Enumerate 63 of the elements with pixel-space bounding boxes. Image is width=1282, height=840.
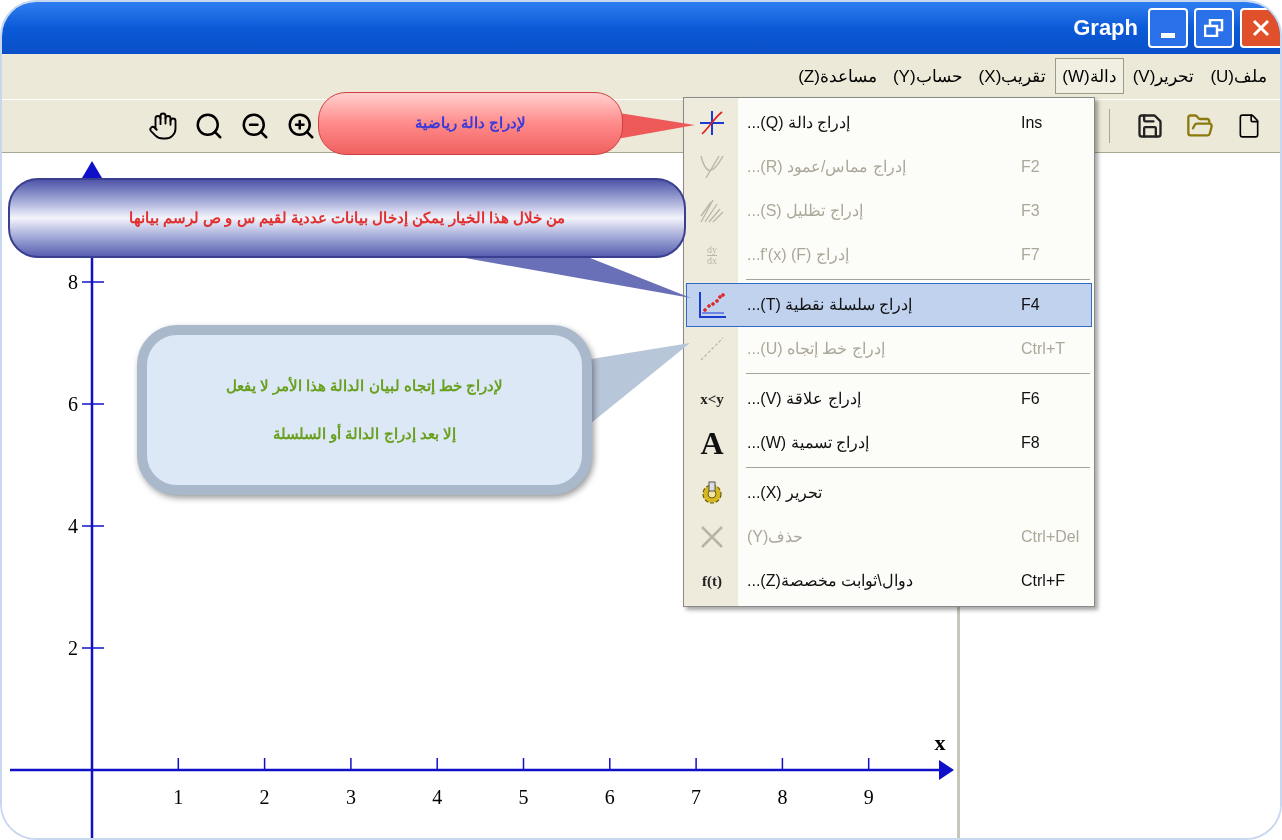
menu-bar-item[interactable]: ملف(U) [1203,58,1274,95]
zoom-box-icon[interactable] [194,111,224,142]
shortcut-label: F4 [1021,295,1041,315]
tick-label: 7 [691,786,702,808]
minimize-icon [1161,32,1175,38]
window-title: Graph [1073,14,1138,43]
shortcut-label: F6 [1021,389,1041,409]
shortcut-label: Ctrl+Del [1021,527,1081,547]
callout-text: من خلال هذا الخيار يمكن إدخال بيانات عددية لقيم س و ص لرسم بيانها [128,207,566,229]
minimize-button[interactable] [1148,7,1188,48]
tick-label: 4 [68,515,78,537]
menu-bar-item[interactable]: تقريب(X) [971,58,1054,95]
menu-item-label: دوال\ثوابت مخصصة(Z)... [747,571,913,592]
callout-text: إلا بعد إدراج الدالة أو السلسلة [273,423,456,445]
tick-label: 1 [173,786,184,808]
menu-item-label: إدراج تظليل (S)... [747,201,863,222]
tick-label: 2 [259,786,270,808]
tick-label: 8 [68,271,78,293]
tick-label: 2 [68,637,78,659]
restore-button[interactable] [1194,7,1234,48]
menu-item-label: إدراج f'(x) (F)... [747,245,849,266]
callout-text: لإدراج دالة رياضية [414,113,527,134]
shortcut-label: Ctrl+T [1021,339,1066,359]
zoom-in-icon[interactable] [286,111,316,142]
tick-label: 8 [777,786,788,808]
menu-bar-item[interactable]: تحرير(V) [1125,58,1202,95]
scatter-plot-icon [696,290,728,320]
save-icon[interactable] [1136,112,1164,141]
menu-bar-item[interactable]: حساب(Y) [885,58,970,95]
tick-label: 9 [863,786,874,808]
tick-label: 4 [432,786,443,808]
letter-icon: A [700,427,724,459]
menu-item-label: إدراج سلسلة نقطية (T)... [747,295,913,316]
shortcut-label: F7 [1021,245,1041,265]
tick-label: 6 [604,786,615,808]
menu-item-label: إدراج مماس/عمود (R)... [747,157,906,178]
close-icon [1251,17,1271,38]
callout-text: لإدراج خط إتجاه لبيان الدالة هذا الأمر لا يفعل [225,375,504,397]
close-button[interactable] [1240,7,1280,48]
menu-item-label: إدراج تسمية (W)... [747,433,869,454]
menu-bar-item[interactable]: مساعدة(Z) [791,58,884,95]
shortcut-label: F3 [1021,201,1041,221]
icon-glyph: f(t) [702,571,722,591]
menu-item-label: إدراج علاقة (V)... [747,389,861,410]
zoom-out-icon[interactable] [240,111,270,142]
tick-label: 6 [68,393,78,415]
restore-icon [1204,18,1224,37]
menu-bar-item[interactable]: دالة(W) [1055,58,1124,95]
tick-label: 3 [345,786,356,808]
axis-label: x [934,730,946,755]
menu-item-label: إدراج خط إتجاه (U)... [747,339,885,360]
shortcut-label: Ctrl+F [1021,571,1066,591]
function-graph-icon [697,108,727,138]
menu-item[interactable]: تحرير (X)... [686,471,1092,515]
menu-item-label: تحرير (X)... [747,483,823,504]
tick-label: 5 [518,786,529,808]
hand-icon[interactable] [148,111,178,142]
menu-item-label: إدراج دالة (Q)... [747,113,851,134]
shortcut-label: F8 [1021,433,1041,453]
menu-item-label: حذف(Y) [747,527,804,547]
icon-glyph: x<y [700,389,724,409]
shortcut-label: F2 [1021,157,1041,177]
shortcut-label: Ins [1021,113,1044,133]
